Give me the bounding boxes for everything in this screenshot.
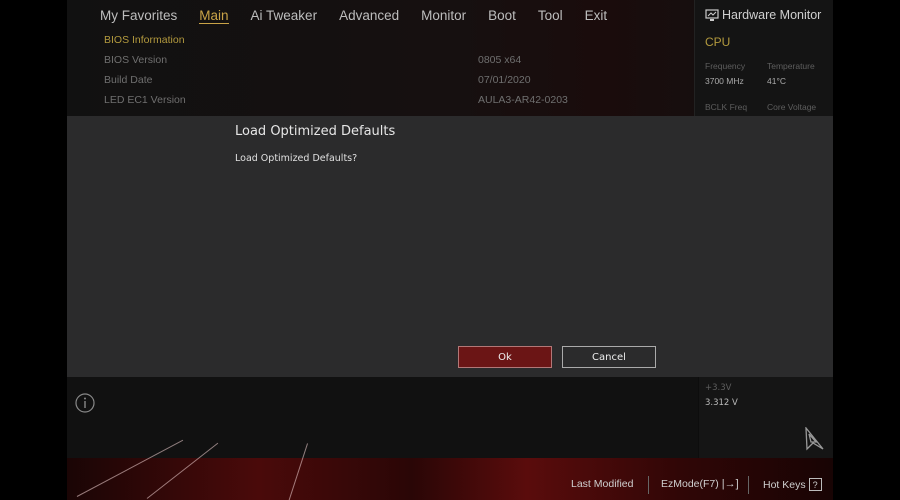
divider	[748, 476, 749, 494]
tab-my-favorites[interactable]: My Favorites	[100, 8, 177, 24]
cancel-button[interactable]: Cancel	[562, 346, 656, 368]
hot-keys-button[interactable]: Hot Keys?	[763, 478, 822, 491]
temperature-value: 41°C	[767, 76, 786, 86]
exit-arrow-icon: |→]	[721, 478, 739, 490]
build-date-value: 07/01/2020	[478, 74, 531, 86]
hot-keys-label: Hot Keys	[763, 478, 806, 491]
hardware-monitor-panel: Hardware Monitor CPU Frequency Temperatu…	[694, 0, 833, 116]
help-panel	[67, 377, 698, 458]
dialog-message: Load Optimized Defaults?	[235, 153, 358, 164]
last-modified-button[interactable]: Last Modified	[571, 478, 633, 490]
tab-ai-tweaker[interactable]: Ai Tweaker	[251, 8, 318, 24]
info-icon[interactable]	[75, 393, 95, 413]
bclk-label: BCLK Freq	[705, 102, 748, 112]
bios-window: My Favorites Main Ai Tweaker Advanced Mo…	[67, 0, 833, 500]
bios-version-label: BIOS Version	[104, 54, 168, 66]
tab-monitor[interactable]: Monitor	[421, 8, 466, 24]
tab-main[interactable]: Main	[199, 8, 229, 24]
last-modified-label: Last Modified	[571, 478, 634, 490]
footer-bar: Last Modified EzMode(F7) |→] Hot Keys?	[67, 439, 833, 500]
bios-version-value: 0805 x64	[478, 54, 522, 66]
tab-exit[interactable]: Exit	[585, 8, 608, 24]
temperature-label: Temperature	[767, 61, 815, 71]
help-key-icon: ?	[808, 478, 822, 491]
divider	[648, 476, 649, 494]
tab-boot[interactable]: Boot	[488, 8, 516, 24]
core-voltage-label: Core Voltage	[767, 102, 817, 112]
led-version-value: AULA3-AR42-0203	[478, 94, 568, 106]
ezmode-button[interactable]: EzMode(F7) |→]	[661, 478, 739, 490]
hardware-monitor-title: Hardware Monitor	[705, 8, 821, 22]
tab-advanced[interactable]: Advanced	[339, 8, 399, 24]
dialog-title: Load Optimized Defaults	[235, 124, 396, 139]
tab-tool[interactable]: Tool	[538, 8, 563, 24]
cpu-heading: CPU	[705, 35, 731, 49]
v33-label: +3.3V	[705, 383, 732, 393]
hardware-monitor-label: Hardware Monitor	[722, 8, 822, 22]
ezmode-label: EzMode(F7)	[661, 478, 719, 490]
monitor-icon	[705, 8, 719, 21]
confirm-dialog: Load Optimized Defaults Load Optimized D…	[67, 116, 833, 377]
voltage-panel: +3.3V 3.312 V	[699, 377, 833, 458]
led-version-label: LED EC1 Version	[104, 94, 186, 106]
frequency-label: Frequency	[705, 61, 746, 71]
frequency-value: 3700 MHz	[705, 76, 744, 86]
main-nav: My Favorites Main Ai Tweaker Advanced Mo…	[100, 8, 629, 24]
section-title: BIOS Information	[104, 34, 185, 46]
rog-logo-icon	[805, 427, 824, 451]
build-date-label: Build Date	[104, 74, 153, 86]
v33-value: 3.312 V	[705, 398, 738, 408]
ok-button[interactable]: Ok	[458, 346, 552, 368]
